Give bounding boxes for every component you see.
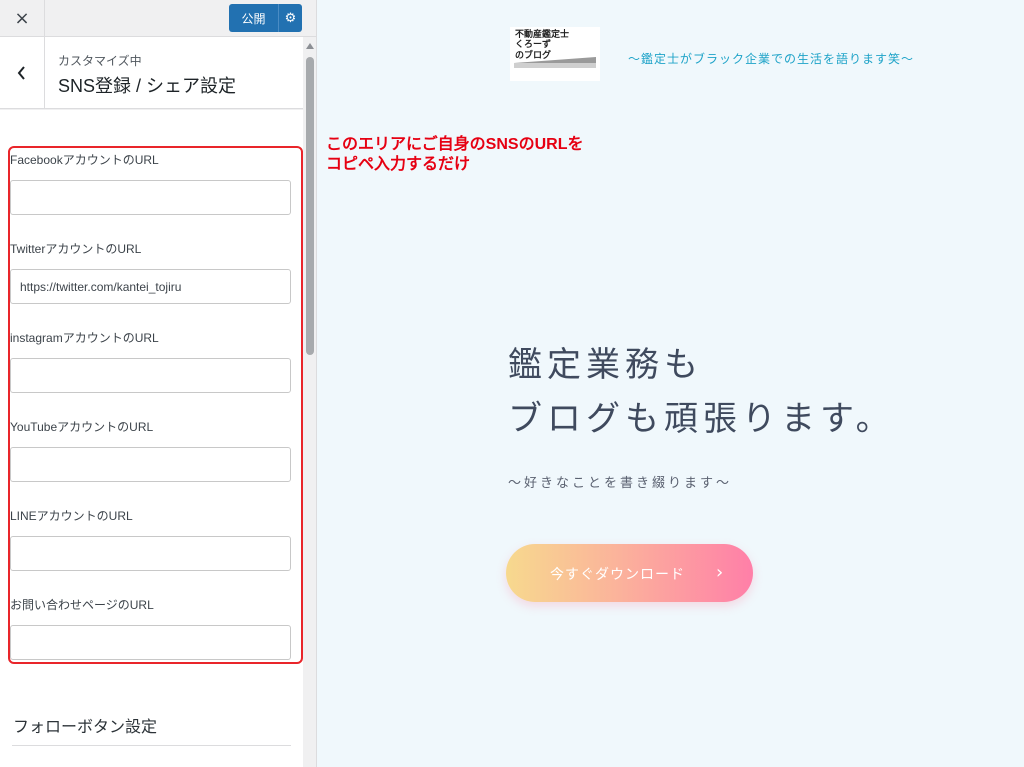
facebook-url-field: FacebookアカウントのURL <box>10 152 293 215</box>
annotation-line-1: このエリアにご自身のSNSのURLを <box>326 136 584 153</box>
logo-line-2: くろーず <box>515 40 552 50</box>
close-icon: × <box>14 8 30 29</box>
hero-subtitle: ～好きなことを書き綴ります～ <box>508 476 733 491</box>
divider <box>12 745 291 746</box>
hero-title-line-1: 鑑定業務も <box>508 345 703 385</box>
annotation-text: このエリアにご自身のSNSのURLを コピペ入力するだけ <box>326 135 583 175</box>
sidebar-scrollbar[interactable] <box>303 37 316 767</box>
instagram-url-field: instagramアカウントのURL <box>10 330 293 393</box>
youtube-url-input[interactable] <box>10 447 291 482</box>
site-preview: 不動産鑑定士 くろーず のブログ ～鑑定士がブラック企業での生活を語ります笑～ … <box>318 0 1024 767</box>
publish-label: 公開 <box>241 11 266 26</box>
twitter-url-field: TwitterアカウントのURL <box>10 241 293 304</box>
site-logo[interactable]: 不動産鑑定士 くろーず のブログ <box>510 27 600 81</box>
back-button[interactable] <box>0 37 45 109</box>
sns-controls: FacebookアカウントのURL TwitterアカウントのURL insta… <box>0 110 303 696</box>
line-url-label: LINEアカウントのURL <box>10 509 133 523</box>
twitter-url-label: TwitterアカウントのURL <box>10 242 142 256</box>
youtube-url-label: YouTubeアカウントのURL <box>10 420 154 434</box>
logo-line-1: 不動産鑑定士 <box>515 30 570 40</box>
facebook-url-label: FacebookアカウントのURL <box>10 153 159 167</box>
twitter-url-input[interactable] <box>10 269 291 304</box>
chevron-right-icon: › <box>716 562 724 583</box>
annotation-line-2: コピペ入力するだけ <box>326 156 471 173</box>
scroll-up-arrow-icon[interactable] <box>306 43 314 49</box>
section-title: SNS登録 / シェア設定 <box>58 76 237 96</box>
publish-button[interactable]: 公開 ⚙ <box>229 4 302 32</box>
download-now-label: 今すぐダウンロード <box>550 567 685 583</box>
customizer-topbar: × 公開 ⚙ <box>0 0 316 37</box>
download-now-button[interactable]: 今すぐダウンロード › <box>506 544 753 602</box>
contact-url-input[interactable] <box>10 625 291 660</box>
follow-button-settings-label: フォローボタン設定 <box>13 719 158 736</box>
close-customizer-button[interactable]: × <box>0 0 45 37</box>
follow-button-settings-item[interactable]: フォローボタン設定 <box>0 696 303 767</box>
instagram-url-input[interactable] <box>10 358 291 393</box>
line-url-input[interactable] <box>10 536 291 571</box>
hero-title-line-2: ブログも頑張ります。 <box>508 399 895 439</box>
facebook-url-input[interactable] <box>10 180 291 215</box>
logo-line-3: のブログ <box>515 51 552 61</box>
chevron-left-icon <box>17 66 25 80</box>
scrollbar-thumb[interactable] <box>306 57 314 355</box>
instagram-url-label: instagramアカウントのURL <box>10 331 159 345</box>
contact-url-field: お問い合わせページのURL <box>10 597 293 660</box>
section-header: カスタマイズ中 SNS登録 / シェア設定 <box>0 37 303 109</box>
gear-icon[interactable]: ⚙ <box>278 4 302 32</box>
hero-title: 鑑定業務も ブログも頑張ります。 <box>508 338 895 446</box>
follow-section: フォローボタン設定 <box>0 696 303 767</box>
customizer-sidebar: × 公開 ⚙ カスタマイズ中 SNS登録 / シェア設定 Facebookアカウ… <box>0 0 317 767</box>
line-url-field: LINEアカウントのURL <box>10 508 293 571</box>
site-tagline: ～鑑定士がブラック企業での生活を語ります笑～ <box>628 52 915 66</box>
contact-url-label: お問い合わせページのURL <box>10 598 154 612</box>
youtube-url-field: YouTubeアカウントのURL <box>10 419 293 482</box>
breadcrumb: カスタマイズ中 <box>58 54 142 68</box>
